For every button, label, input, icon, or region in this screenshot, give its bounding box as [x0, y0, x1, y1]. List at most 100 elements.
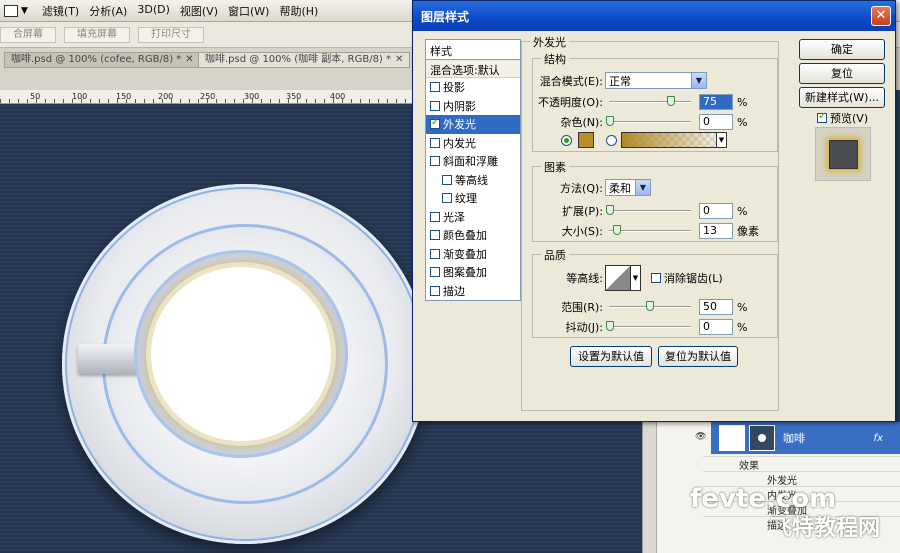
chevron-down-icon[interactable]: ▼: [635, 180, 650, 195]
close-button[interactable]: ✕: [871, 6, 891, 26]
document-tab-cofee[interactable]: 咖啡.psd @ 100% (cofee, RGB/8) * ✕: [4, 52, 201, 68]
opacity-slider[interactable]: [609, 96, 691, 106]
size-input[interactable]: 13: [699, 223, 733, 239]
style-checkbox[interactable]: [430, 156, 440, 167]
gradient-radio[interactable]: [606, 134, 617, 146]
layer-row-coffee[interactable]: 咖啡 fx: [711, 422, 900, 454]
menu-analysis[interactable]: 分析(A): [89, 3, 137, 19]
style-label: 纹理: [455, 192, 477, 206]
chevron-down-icon[interactable]: ▼: [631, 265, 641, 291]
noise-label: 杂色(N):: [560, 116, 603, 129]
style-item[interactable]: 颜色叠加: [426, 226, 520, 245]
style-checkbox[interactable]: [430, 230, 440, 241]
method-value: 柔和: [609, 181, 631, 195]
range-unit: %: [737, 300, 748, 314]
style-checkbox[interactable]: [430, 100, 440, 111]
spread-row: 扩展(P): 0 %: [533, 203, 747, 219]
style-item[interactable]: 投影: [426, 78, 520, 97]
style-item[interactable]: 斜面和浮雕: [426, 152, 520, 171]
solid-color-radio[interactable]: [561, 134, 572, 146]
style-checkbox[interactable]: [442, 174, 452, 185]
style-item[interactable]: 纹理: [426, 189, 520, 208]
preview-checkbox[interactable]: [817, 111, 827, 123]
close-icon[interactable]: ✕: [185, 54, 193, 65]
style-item[interactable]: 内阴影: [426, 97, 520, 116]
style-checkbox[interactable]: [430, 211, 440, 222]
document-canvas-lower[interactable]: [412, 420, 642, 553]
dialog-titlebar[interactable]: 图层样式: [413, 1, 895, 31]
blending-options-item[interactable]: 混合选项:默认: [426, 60, 520, 78]
slider-knob[interactable]: [613, 225, 621, 235]
spread-input[interactable]: 0: [699, 203, 733, 219]
size-label: 大小(S):: [561, 225, 603, 238]
blend-mode-select[interactable]: 正常 ▼: [605, 72, 707, 89]
layers-scrollbar[interactable]: [643, 422, 657, 553]
style-item[interactable]: 等高线: [426, 171, 520, 190]
menu-help[interactable]: 帮助(H): [279, 3, 328, 19]
method-select[interactable]: 柔和 ▼: [605, 179, 651, 196]
new-style-button[interactable]: 新建样式(W)...: [799, 87, 885, 108]
antialias-checkbox[interactable]: [651, 273, 661, 283]
range-row: 范围(R): 50 %: [533, 299, 747, 315]
menu-filter[interactable]: 滤镜(T): [42, 3, 89, 19]
styles-header[interactable]: 样式: [426, 40, 520, 60]
slider-knob[interactable]: [606, 205, 614, 215]
style-item[interactable]: 内发光: [426, 134, 520, 153]
style-item[interactable]: 光泽: [426, 208, 520, 227]
style-checkbox[interactable]: [430, 137, 440, 148]
style-checkbox[interactable]: [430, 267, 440, 278]
chevron-down-icon[interactable]: ▼: [717, 132, 727, 148]
antialias-label[interactable]: 消除锯齿(L): [664, 270, 723, 286]
style-item[interactable]: 渐变叠加: [426, 245, 520, 264]
style-checkbox[interactable]: [442, 193, 452, 204]
style-checkbox[interactable]: [430, 285, 440, 296]
style-item[interactable]: 图案叠加: [426, 263, 520, 282]
menu-view[interactable]: 视图(V): [180, 3, 228, 19]
noise-slider[interactable]: [606, 116, 691, 126]
opacity-input[interactable]: 75: [699, 94, 733, 110]
style-checkbox[interactable]: [430, 248, 440, 259]
style-label: 图案叠加: [443, 266, 487, 280]
noise-unit: %: [737, 115, 748, 129]
close-icon[interactable]: ✕: [395, 54, 403, 65]
contour-row: 等高线: ▼ 消除锯齿(L): [533, 265, 723, 291]
style-item[interactable]: 描边: [426, 282, 520, 301]
eye-icon[interactable]: 👁: [695, 432, 707, 442]
spread-slider[interactable]: [606, 205, 691, 215]
glow-color-swatch[interactable]: [578, 132, 594, 148]
preview-label[interactable]: 预览(V): [830, 110, 868, 126]
slider-knob[interactable]: [646, 301, 654, 311]
slider-knob[interactable]: [667, 96, 675, 106]
fx-icon[interactable]: fx: [874, 433, 883, 444]
styles-list: 样式 混合选项:默认 投影内阴影外发光内发光斜面和浮雕等高线纹理光泽颜色叠加渐变…: [425, 39, 521, 301]
slider-knob[interactable]: [606, 116, 614, 126]
print-size-button[interactable]: 打印尺寸: [138, 26, 204, 43]
gradient-picker[interactable]: [621, 132, 717, 148]
reset-default-button[interactable]: 复位为默认值: [658, 346, 738, 367]
jitter-slider[interactable]: [606, 321, 691, 331]
range-slider[interactable]: [609, 301, 691, 311]
reset-button[interactable]: 复位: [799, 63, 885, 84]
style-checkbox[interactable]: [430, 117, 440, 130]
slider-knob[interactable]: [606, 321, 614, 331]
set-default-button[interactable]: 设置为默认值: [570, 346, 652, 367]
ok-button[interactable]: 确定: [799, 39, 885, 60]
fit-screen-button[interactable]: 合屏幕: [0, 26, 56, 43]
size-slider[interactable]: [609, 225, 691, 235]
chevron-down-icon[interactable]: ▼: [691, 73, 706, 88]
jitter-input[interactable]: 0: [699, 319, 733, 335]
contour-picker[interactable]: [605, 265, 631, 291]
menu-3d[interactable]: 3D(D): [137, 3, 180, 19]
effects-row[interactable]: 效果: [703, 456, 900, 472]
chevron-down-icon[interactable]: ▼: [21, 6, 28, 16]
fill-screen-button[interactable]: 填充屏幕: [64, 26, 130, 43]
range-input[interactable]: 50: [699, 299, 733, 315]
menu-window[interactable]: 窗口(W): [228, 3, 279, 19]
style-checkbox[interactable]: [430, 82, 440, 93]
opacity-row: 不透明度(O): 75 %: [533, 94, 747, 110]
app-window-icon[interactable]: [4, 4, 18, 17]
document-tab-coffee-copy[interactable]: 咖啡.psd @ 100% (咖啡 副本, RGB/8) * ✕: [198, 52, 411, 68]
style-label: 光泽: [443, 210, 465, 224]
noise-input[interactable]: 0: [699, 114, 733, 130]
style-item[interactable]: 外发光: [426, 115, 520, 134]
